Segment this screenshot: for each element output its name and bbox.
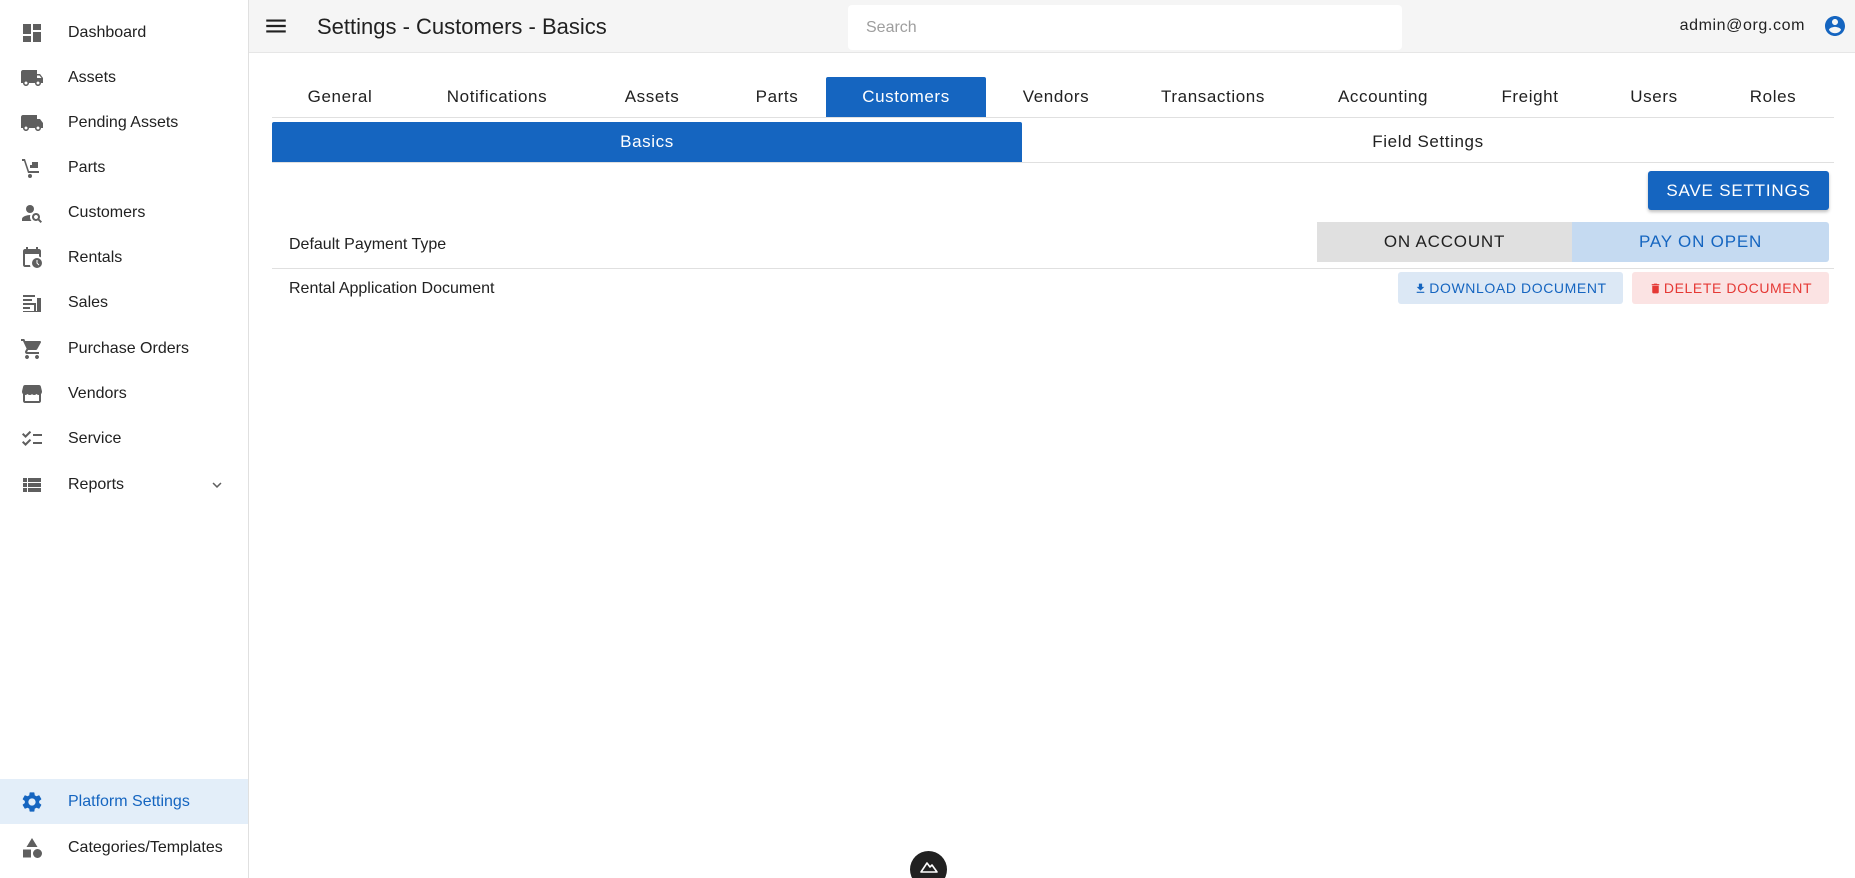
sidebar-item-platform-settings[interactable]: Platform Settings — [0, 779, 248, 824]
sidebar-item-label: Platform Settings — [68, 792, 190, 810]
tab-notifications[interactable]: Notifications — [408, 77, 586, 117]
hand-truck-icon — [20, 156, 44, 180]
sidebar-item-label: Vendors — [68, 384, 127, 402]
sidebar-item-assets[interactable]: Assets — [0, 55, 248, 100]
shapes-icon — [20, 836, 44, 860]
rental-application-document-label: Rental Application Document — [289, 280, 495, 297]
storefront-icon — [20, 382, 44, 406]
top-header: Settings - Customers - Basics admin@org.… — [249, 0, 1855, 53]
sidebar-item-sales[interactable]: Sales — [0, 280, 248, 325]
settings-tabs: General Notifications Assets Parts Custo… — [272, 77, 1834, 118]
cart-icon — [20, 337, 44, 361]
sidebar-item-label: Dashboard — [68, 23, 147, 41]
download-document-label: DOWNLOAD DOCUMENT — [1429, 280, 1607, 296]
sidebar-item-customers[interactable]: Customers — [0, 190, 248, 235]
trash-icon — [1649, 282, 1662, 295]
delete-document-label: DELETE DOCUMENT — [1663, 280, 1813, 296]
delete-document-button[interactable]: DELETE DOCUMENT — [1632, 272, 1829, 304]
sidebar-item-categories-templates[interactable]: Categories/Templates — [0, 825, 248, 870]
default-payment-type-label: Default Payment Type — [289, 236, 447, 253]
user-email: admin@org.com — [1679, 17, 1805, 34]
tab-vendors[interactable]: Vendors — [986, 77, 1126, 117]
gear-icon — [20, 790, 44, 814]
tab-roles[interactable]: Roles — [1714, 77, 1832, 117]
on-account-toggle[interactable]: ON ACCOUNT — [1317, 222, 1572, 262]
calendar-clock-icon — [20, 246, 44, 270]
sidebar-item-label: Purchase Orders — [68, 339, 189, 357]
sidebar-item-pending-assets[interactable]: Pending Assets — [0, 100, 248, 145]
tab-users[interactable]: Users — [1594, 77, 1714, 117]
rental-application-document-row: Rental Application Document DOWNLOAD DOC… — [272, 272, 1834, 306]
account-circle-icon[interactable] — [1823, 14, 1847, 38]
sidebar-item-label: Service — [68, 429, 122, 447]
customer-subtabs: Basics Field Settings — [272, 122, 1834, 163]
subtab-field-settings[interactable]: Field Settings — [1022, 122, 1834, 162]
sidebar-item-label: Sales — [68, 293, 109, 311]
sidebar-item-rentals[interactable]: Rentals — [0, 235, 248, 280]
sidebar-item-vendors[interactable]: Vendors — [0, 371, 248, 416]
sidebar-item-service[interactable]: Service — [0, 416, 248, 461]
tab-transactions[interactable]: Transactions — [1126, 77, 1300, 117]
dashboard-icon — [20, 21, 44, 45]
sidebar-item-reports[interactable]: Reports — [0, 462, 248, 507]
tab-parts[interactable]: Parts — [718, 77, 836, 117]
sidebar-item-label: Rentals — [68, 248, 123, 266]
devtools-logo-button[interactable] — [910, 851, 947, 878]
list-icon — [20, 473, 44, 497]
sidebar-item-label: Customers — [68, 203, 146, 221]
mountain-logo-icon — [919, 862, 938, 873]
sidebar-item-parts[interactable]: Parts — [0, 145, 248, 190]
truck-clock-icon — [20, 111, 44, 135]
tab-freight[interactable]: Freight — [1466, 77, 1594, 117]
sidebar-item-label: Categories/Templates — [68, 838, 223, 856]
person-search-icon — [20, 201, 44, 225]
sidebar-item-label: Assets — [68, 68, 117, 86]
default-payment-type-row: Default Payment Type ON ACCOUNT PAY ON O… — [272, 222, 1834, 269]
search-input[interactable] — [848, 5, 1402, 50]
download-document-button[interactable]: DOWNLOAD DOCUMENT — [1398, 272, 1623, 304]
tab-general[interactable]: General — [272, 77, 408, 117]
pay-on-open-toggle[interactable]: PAY ON OPEN — [1572, 222, 1829, 262]
truck-icon — [20, 66, 44, 90]
sidebar-item-label: Parts — [68, 158, 106, 176]
tab-customers[interactable]: Customers — [826, 77, 986, 117]
download-icon — [1414, 282, 1427, 295]
page-title: Settings - Customers - Basics — [317, 14, 607, 39]
sidebar: Dashboard Assets Pending Assets Parts Cu… — [0, 0, 249, 878]
chevron-down-icon[interactable] — [208, 476, 226, 494]
sidebar-item-label: Reports — [68, 475, 125, 493]
sidebar-item-label: Pending Assets — [68, 113, 179, 131]
tab-assets[interactable]: Assets — [586, 77, 718, 117]
sidebar-item-purchase-orders[interactable]: Purchase Orders — [0, 326, 248, 371]
hamburger-menu-icon[interactable] — [263, 13, 289, 39]
save-settings-button[interactable]: SAVE SETTINGS — [1648, 171, 1829, 210]
ledger-icon — [20, 291, 44, 315]
subtab-basics[interactable]: Basics — [272, 122, 1022, 162]
app-root: Dashboard Assets Pending Assets Parts Cu… — [0, 0, 1855, 878]
checklist-icon — [20, 427, 44, 451]
sidebar-item-dashboard[interactable]: Dashboard — [0, 10, 248, 55]
tab-accounting[interactable]: Accounting — [1300, 77, 1466, 117]
